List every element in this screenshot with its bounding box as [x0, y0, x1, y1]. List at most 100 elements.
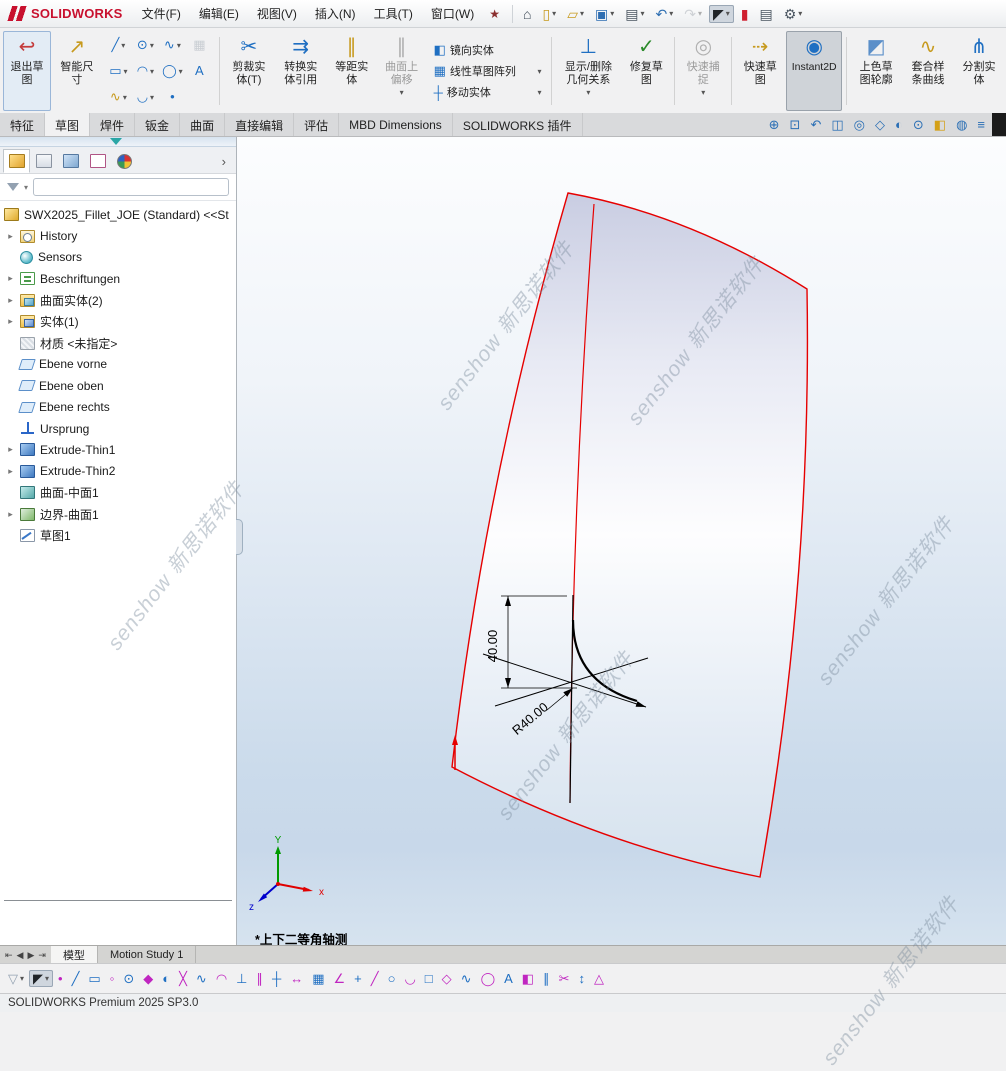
options-gear-icon[interactable]: ⚙▾ [780, 5, 807, 23]
select-cursor-icon[interactable]: ◤▾ [709, 5, 734, 23]
relations-tool-icon[interactable]: △ [590, 970, 608, 987]
save-icon[interactable]: ▣▾ [591, 5, 618, 23]
angle-snap-icon[interactable]: ∠ [330, 970, 350, 987]
tab-weldments[interactable]: 焊件 [90, 113, 135, 136]
shaded-sketch-contours-button[interactable]: ◩ 上色草图轮廓 [851, 31, 901, 111]
filter-edges-icon[interactable]: ╱ [68, 970, 84, 987]
endpoint-snap-icon[interactable]: ◦ [106, 970, 119, 987]
dropdown-caret-icon[interactable]: ▾ [726, 9, 730, 18]
exit-sketch-button[interactable]: ↩ 退出草图 [3, 31, 51, 111]
ellipse-icon[interactable]: ◯▾ [159, 58, 186, 84]
circle-tool-icon[interactable]: ○ [384, 970, 400, 987]
point-icon[interactable]: • [159, 84, 186, 110]
dropdown-caret-icon[interactable]: ▾ [123, 93, 127, 102]
tab-sheet-metal[interactable]: 钣金 [135, 113, 180, 136]
dropdown-caret-icon[interactable]: ▾ [640, 9, 644, 18]
mirror-tool-icon[interactable]: ◧ [518, 970, 538, 987]
tree-item-plane-right[interactable]: Ebene rechts [0, 397, 236, 418]
tree-item-mid-surface[interactable]: 曲面-中面1 [0, 482, 236, 503]
equation-curve-icon[interactable]: ∿▾ [105, 84, 132, 110]
dropdown-caret-icon[interactable]: ▾ [150, 67, 154, 76]
dropdown-caret-icon[interactable]: ▾ [580, 9, 584, 18]
move-entities-button[interactable]: ┼ 移动实体 ▾ [431, 83, 545, 101]
pin-menu-icon[interactable]: ★ [489, 7, 500, 21]
display-style-icon[interactable]: ◐ [891, 116, 907, 134]
tree-item-origin[interactable]: Ursprung [0, 418, 236, 439]
dropdown-caret-icon[interactable]: ▾ [179, 67, 183, 76]
tree-item-sensors[interactable]: Sensors [0, 247, 236, 268]
expand-arrow-icon[interactable]: ▸ [6, 273, 15, 284]
expand-panel-chevron-icon[interactable]: › [222, 154, 233, 173]
point-tool-icon[interactable]: + [350, 970, 366, 987]
dropdown-caret-icon[interactable]: ▾ [537, 88, 541, 97]
smart-dimension-button[interactable]: ↗ 智能尺寸 [53, 31, 101, 111]
rectangle-tool-icon[interactable]: □ [421, 970, 437, 987]
featuremanager-tab[interactable] [3, 149, 30, 173]
propertymanager-tab[interactable] [30, 149, 57, 173]
linear-sketch-pattern-button[interactable]: ▦ 线性草图阵列 ▾ [431, 62, 545, 80]
menu-edit[interactable]: 编辑(E) [190, 0, 248, 27]
tangent-snap-icon[interactable]: ◠ [212, 970, 231, 987]
dropdown-caret-icon[interactable]: ▾ [698, 9, 702, 18]
panel-splitter-marker-icon[interactable] [110, 138, 122, 145]
surface-offset-button[interactable]: ∥ 曲面上偏移 ▾ [378, 31, 426, 111]
tree-item-sketch1[interactable]: 草图1 [0, 525, 236, 546]
conic-icon[interactable]: ◡▾ [132, 84, 159, 110]
configurationmanager-tab[interactable] [57, 149, 84, 173]
expand-arrow-icon[interactable]: ▸ [6, 295, 15, 306]
tree-item-annotations[interactable]: ▸ Beschriftungen [0, 268, 236, 289]
repair-sketch-button[interactable]: ✓ 修复草图 [622, 31, 670, 111]
expand-arrow-icon[interactable]: ▸ [6, 231, 15, 242]
tab-scroll-last-icon[interactable]: ⇥ [36, 948, 48, 962]
tab-mbd-dimensions[interactable]: MBD Dimensions [339, 113, 453, 136]
tab-features[interactable]: 特征 [0, 113, 45, 136]
dimension-tool-icon[interactable]: ↕ [575, 970, 590, 987]
tree-filter-input[interactable] [33, 178, 229, 196]
undo-icon[interactable]: ↶▾ [651, 5, 677, 23]
expand-arrow-icon[interactable]: ▸ [6, 509, 15, 520]
display-delete-relations-button[interactable]: ⊥ 显示/删除几何关系 ▾ [556, 31, 620, 111]
spline-icon[interactable]: ∿▾ [159, 32, 186, 58]
rapid-sketch-button[interactable]: ⇢ 快速草图 [736, 31, 784, 111]
previous-view-icon[interactable]: ↶ [806, 116, 825, 134]
quadrant-snap-icon[interactable]: ◐ [158, 970, 174, 987]
hide-show-items-icon[interactable]: ⊙ [909, 116, 928, 134]
graphics-viewport[interactable]: 40.00 R40.00 Y x z *上下二等角轴测 [237, 137, 1006, 945]
parallel-snap-icon[interactable]: ∥ [253, 970, 268, 987]
home-icon[interactable]: ⌂ [519, 5, 535, 23]
text-icon[interactable]: A [186, 58, 213, 84]
zoom-area-icon[interactable]: ⊡ [786, 116, 805, 134]
grid-snap-icon[interactable]: ▦ [308, 970, 328, 987]
menu-view[interactable]: 视图(V) [248, 0, 306, 27]
tree-item-history[interactable]: ▸ History [0, 225, 236, 246]
circle-icon[interactable]: ⊙▾ [132, 32, 159, 58]
tree-item-plane-front[interactable]: Ebene vorne [0, 354, 236, 375]
quick-snaps-button[interactable]: ◎ 快速捕捉 ▾ [679, 31, 727, 111]
section-view-icon[interactable]: ◫ [827, 116, 847, 134]
rectangle-icon[interactable]: ▭▾ [105, 58, 132, 84]
filter-funnel-icon[interactable] [7, 183, 19, 191]
open-icon[interactable]: ▱▾ [563, 5, 588, 23]
arc-tool-icon[interactable]: ◡ [400, 970, 419, 987]
dropdown-caret-icon[interactable]: ▾ [121, 41, 125, 50]
center-snap-icon[interactable]: ⊙ [119, 970, 138, 987]
tab-scroll-prev-icon[interactable]: ◀ [15, 948, 26, 962]
resource-monitor-icon[interactable]: ▮ [737, 5, 753, 23]
tree-item-extrude-thin2[interactable]: ▸ Extrude-Thin2 [0, 461, 236, 482]
zoom-fit-icon[interactable]: ⊕ [765, 116, 784, 134]
new-document-icon[interactable]: ▯▾ [538, 5, 560, 23]
dropdown-caret-icon[interactable]: ▾ [798, 9, 802, 18]
dropdown-caret-icon[interactable]: ▾ [177, 41, 181, 50]
trim-tool-icon[interactable]: ✂ [555, 970, 574, 987]
dropdown-caret-icon[interactable]: ▾ [20, 974, 24, 983]
menu-tools[interactable]: 工具(T) [365, 0, 422, 27]
surface-body[interactable] [452, 193, 807, 877]
print-icon[interactable]: ▤▾ [621, 5, 648, 23]
ellipse-tool-icon[interactable]: ◯ [477, 970, 500, 987]
dimension-40-text[interactable]: 40.00 [485, 630, 500, 663]
tab-surfaces[interactable]: 曲面 [180, 113, 225, 136]
tree-item-extrude-thin1[interactable]: ▸ Extrude-Thin1 [0, 439, 236, 460]
offset-entities-button[interactable]: ∥ 等距实体 [328, 31, 376, 111]
tab-sketch[interactable]: 草图 [45, 113, 90, 136]
arc-icon[interactable]: ◠▾ [132, 58, 159, 84]
